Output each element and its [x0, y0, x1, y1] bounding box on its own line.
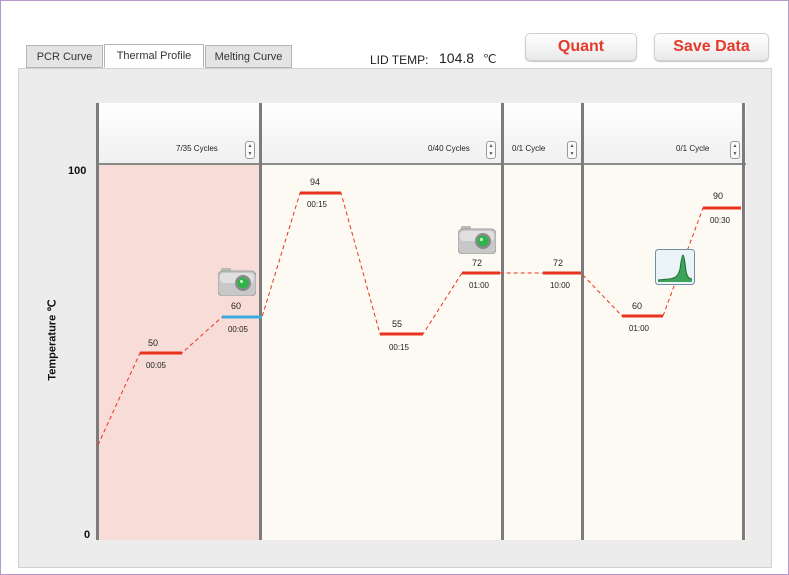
step-3-time[interactable]: 00:15 — [307, 200, 327, 209]
melt-curve-icon[interactable] — [655, 249, 695, 285]
step-2-temp[interactable]: 60 — [231, 301, 241, 311]
step-1-time[interactable]: 00:05 — [146, 361, 166, 370]
step-3-temp[interactable]: 94 — [310, 177, 320, 187]
step-4-temp[interactable]: 55 — [392, 319, 402, 329]
camera-icon[interactable] — [218, 268, 256, 296]
step-2-time[interactable]: 00:05 — [228, 325, 248, 334]
step-1-temp[interactable]: 50 — [148, 338, 158, 348]
step-7-time[interactable]: 01:00 — [629, 324, 649, 333]
camera-icon[interactable] — [458, 226, 496, 254]
step-4-time[interactable]: 00:15 — [389, 343, 409, 352]
thermal-profile-plot — [97, 191, 741, 446]
step-8-time[interactable]: 00:30 — [710, 216, 730, 225]
step-5-time[interactable]: 01:00 — [469, 281, 489, 290]
step-8-temp[interactable]: 90 — [713, 191, 723, 201]
step-6-temp[interactable]: 72 — [553, 258, 563, 268]
step-5-temp[interactable]: 72 — [472, 258, 482, 268]
temperature-path — [97, 192, 741, 446]
step-7-temp[interactable]: 60 — [632, 301, 642, 311]
step-6-time[interactable]: 10:00 — [550, 281, 570, 290]
